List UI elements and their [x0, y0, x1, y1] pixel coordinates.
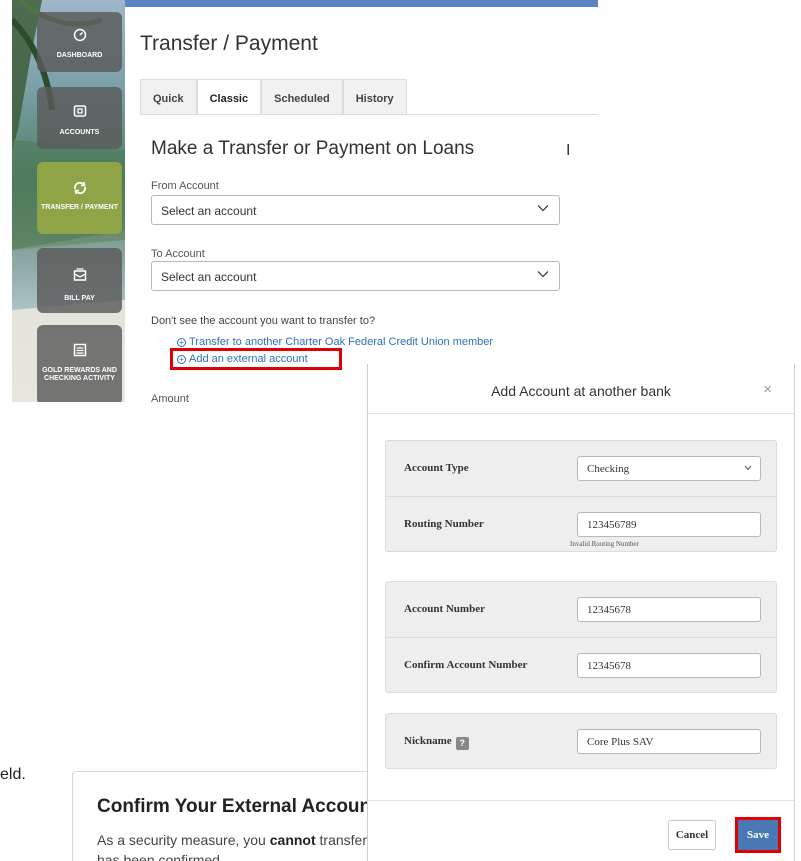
- modal-footer: Cancel Save: [368, 800, 794, 861]
- nav-item-bill-pay[interactable]: BILL PAY: [37, 248, 122, 313]
- add-external-account-link[interactable]: + Add an external account: [177, 353, 308, 365]
- missing-account-hint: Don't see the account you want to transf…: [151, 315, 376, 327]
- account-type-value: Checking: [587, 463, 630, 475]
- confirm-account-number-label: Confirm Account Number: [404, 659, 528, 671]
- chevron-down-icon: [537, 271, 549, 278]
- page-title: Transfer / Payment: [140, 32, 318, 55]
- bank-info-group: Account Type Checking Routing Number 123…: [385, 440, 777, 552]
- account-number-row: Account Number 12345678: [386, 582, 776, 637]
- to-account-label: To Account: [151, 248, 205, 260]
- stray-text-fragment: eld.: [0, 766, 26, 783]
- nav-label-transfer-payment: TRANSFER / PAYMENT: [41, 204, 119, 211]
- nav-label-gold-rewards: GOLD REWARDS AND CHECKING ACTIVITY: [42, 367, 117, 382]
- chevron-down-icon: [537, 205, 549, 212]
- to-account-value: Select an account: [161, 270, 257, 284]
- tab-classic[interactable]: Classic: [196, 79, 262, 115]
- side-heading-fragment: I: [566, 142, 571, 159]
- confirm-text-emphasis: cannot: [269, 832, 316, 848]
- confirm-account-number-input[interactable]: 12345678: [577, 653, 761, 678]
- transfer-to-member-text: Transfer to another Charter Oak Federal …: [189, 336, 494, 348]
- plus-circle-icon: +: [177, 355, 186, 364]
- wallet-icon: [73, 105, 86, 117]
- confirm-title: Confirm Your External Account: [97, 796, 378, 817]
- transfer-to-member-link[interactable]: + Transfer to another Charter Oak Federal…: [177, 336, 493, 348]
- plus-circle-icon: +: [177, 338, 186, 347]
- save-button[interactable]: Save: [735, 817, 781, 853]
- nickname-label: Nickname: [404, 735, 452, 747]
- nickname-group: Nickname? Core Plus SAV: [385, 713, 777, 769]
- nickname-row: Nickname? Core Plus SAV: [386, 714, 776, 769]
- confirm-account-number-row: Confirm Account Number 12345678: [386, 637, 776, 692]
- routing-number-input[interactable]: 123456789: [577, 512, 761, 537]
- nav-label-accounts: ACCOUNTS: [59, 129, 100, 136]
- chevron-down-icon: [744, 465, 752, 471]
- account-number-group: Account Number 12345678 Confirm Account …: [385, 581, 777, 693]
- cancel-button[interactable]: Cancel: [668, 820, 716, 850]
- account-number-label: Account Number: [404, 603, 485, 615]
- side-navigation: DASHBOARD ACCOUNTS TRANSFER / PAYMENT BI…: [12, 0, 125, 402]
- tab-history[interactable]: History: [342, 79, 407, 115]
- nav-label-dashboard: DASHBOARD: [56, 52, 103, 59]
- nav-item-transfer-payment[interactable]: TRANSFER / PAYMENT: [37, 162, 122, 234]
- dashboard-gauge-icon: [73, 28, 86, 42]
- list-icon: [73, 343, 86, 357]
- account-type-row: Account Type Checking: [386, 441, 776, 496]
- tab-bar: Quick Classic Scheduled History: [140, 79, 407, 115]
- from-account-select[interactable]: Select an account: [151, 195, 560, 225]
- tab-quick[interactable]: Quick: [140, 79, 197, 115]
- routing-number-row: Routing Number 123456789 Invalid Routing…: [386, 496, 776, 551]
- nav-item-gold-rewards[interactable]: GOLD REWARDS AND CHECKING ACTIVITY: [37, 325, 122, 402]
- routing-number-error: Invalid Routing Number: [570, 540, 639, 548]
- add-account-modal: Add Account at another bank × Account Ty…: [367, 364, 795, 861]
- modal-title: Add Account at another bank: [491, 383, 671, 399]
- help-icon[interactable]: ?: [455, 737, 469, 750]
- nav-item-accounts[interactable]: ACCOUNTS: [37, 87, 122, 149]
- transfer-panel: Transfer / Payment Quick Classic Schedul…: [125, 0, 598, 402]
- tab-scheduled[interactable]: Scheduled: [261, 79, 343, 115]
- amount-label: Amount: [151, 393, 189, 402]
- nickname-label-wrap: Nickname?: [404, 735, 469, 750]
- add-external-account-text: Add an external account: [189, 353, 308, 365]
- tab-divider: [140, 114, 598, 115]
- top-accent-bar: [125, 0, 598, 7]
- modal-header: Add Account at another bank ×: [368, 364, 794, 414]
- nickname-input[interactable]: Core Plus SAV: [577, 729, 761, 754]
- close-icon[interactable]: ×: [763, 381, 772, 398]
- transfer-arrows-icon: [73, 181, 86, 195]
- section-title: Make a Transfer or Payment on Loans: [151, 138, 475, 159]
- to-account-select[interactable]: Select an account: [151, 261, 560, 291]
- from-account-value: Select an account: [161, 204, 257, 218]
- nav-item-dashboard[interactable]: DASHBOARD: [37, 12, 122, 72]
- nav-label-bill-pay: BILL PAY: [64, 295, 95, 302]
- from-account-label: From Account: [151, 180, 219, 192]
- envelope-icon: [73, 268, 86, 281]
- account-number-input[interactable]: 12345678: [577, 597, 761, 622]
- routing-number-label: Routing Number: [404, 518, 484, 530]
- account-type-select[interactable]: Checking: [577, 456, 761, 481]
- account-type-label: Account Type: [404, 462, 469, 474]
- confirm-text-part-a: As a security measure, you: [97, 832, 270, 848]
